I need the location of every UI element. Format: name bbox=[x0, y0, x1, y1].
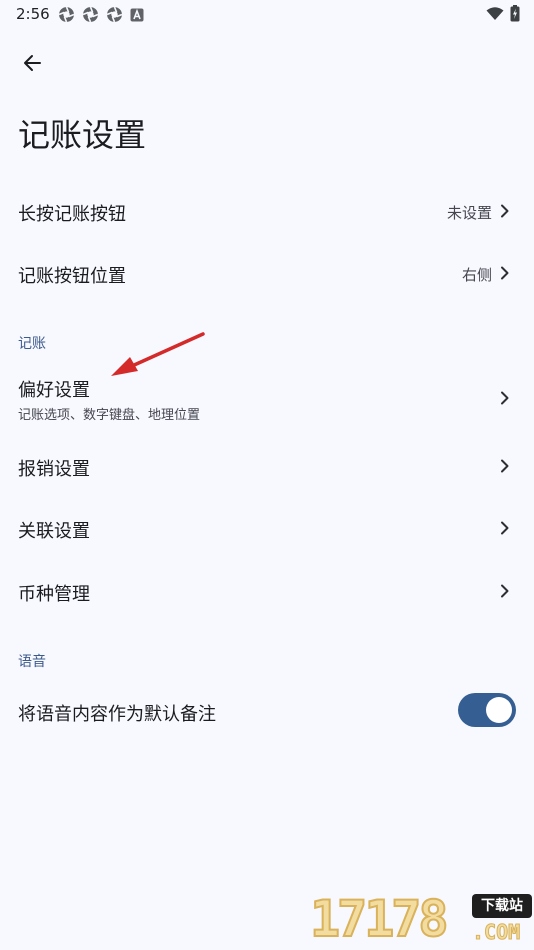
row-label: 将语音内容作为默认备注 bbox=[18, 704, 216, 725]
toggle-knob bbox=[486, 697, 512, 723]
button-position-setting[interactable]: 记账按钮位置 右侧 bbox=[0, 242, 534, 304]
watermark: 17178 下载站 .COM bbox=[306, 888, 534, 950]
row-label: 记账按钮位置 bbox=[18, 266, 126, 287]
app-notification-icon bbox=[106, 6, 123, 23]
watermark-badge: 下载站 bbox=[472, 894, 532, 918]
wifi-icon bbox=[486, 6, 504, 20]
section-header-voice: 语音 bbox=[18, 654, 46, 670]
row-subtitle: 记账选项、数字键盘、地理位置 bbox=[18, 408, 201, 423]
currency-management[interactable]: 币种管理 bbox=[0, 560, 534, 622]
chevron-right-icon bbox=[501, 459, 509, 473]
app-notification-icon bbox=[58, 6, 75, 23]
watermark-domain: .COM bbox=[471, 920, 521, 945]
row-label: 偏好设置 bbox=[18, 380, 90, 401]
association-setting[interactable]: 关联设置 bbox=[0, 497, 534, 559]
chevron-right-icon bbox=[501, 204, 509, 218]
page-title: 记账设置 bbox=[18, 116, 147, 154]
status-notification-icons bbox=[58, 6, 144, 23]
status-time: 2:56 bbox=[16, 5, 50, 23]
arrow-left-icon bbox=[24, 55, 41, 71]
row-label: 关联设置 bbox=[18, 521, 90, 542]
row-label: 长按记账按钮 bbox=[18, 204, 126, 225]
back-button[interactable] bbox=[14, 46, 50, 80]
app-notification-icon bbox=[82, 6, 99, 23]
row-label: 币种管理 bbox=[18, 584, 90, 605]
row-label: 报销设置 bbox=[18, 459, 90, 480]
chevron-right-icon bbox=[501, 391, 509, 405]
chevron-right-icon bbox=[501, 266, 509, 280]
row-value: 右侧 bbox=[461, 266, 492, 284]
reimbursement-setting[interactable]: 报销设置 bbox=[0, 435, 534, 497]
voice-note-toggle[interactable] bbox=[458, 693, 516, 727]
long-press-button-setting[interactable]: 长按记账按钮 未设置 bbox=[0, 180, 534, 242]
status-bar: 2:56 bbox=[0, 0, 534, 28]
section-header-bookkeeping: 记账 bbox=[18, 336, 46, 352]
font-a-icon bbox=[130, 8, 144, 21]
row-value: 未设置 bbox=[446, 204, 492, 222]
preference-setting[interactable]: 偏好设置 记账选项、数字键盘、地理位置 bbox=[0, 362, 534, 434]
battery-icon bbox=[510, 5, 520, 22]
voice-default-note-setting[interactable]: 将语音内容作为默认备注 bbox=[0, 680, 534, 742]
chevron-right-icon bbox=[501, 584, 509, 598]
watermark-digits: 17178 bbox=[309, 889, 449, 949]
chevron-right-icon bbox=[501, 521, 509, 535]
status-system-icons bbox=[486, 5, 520, 22]
